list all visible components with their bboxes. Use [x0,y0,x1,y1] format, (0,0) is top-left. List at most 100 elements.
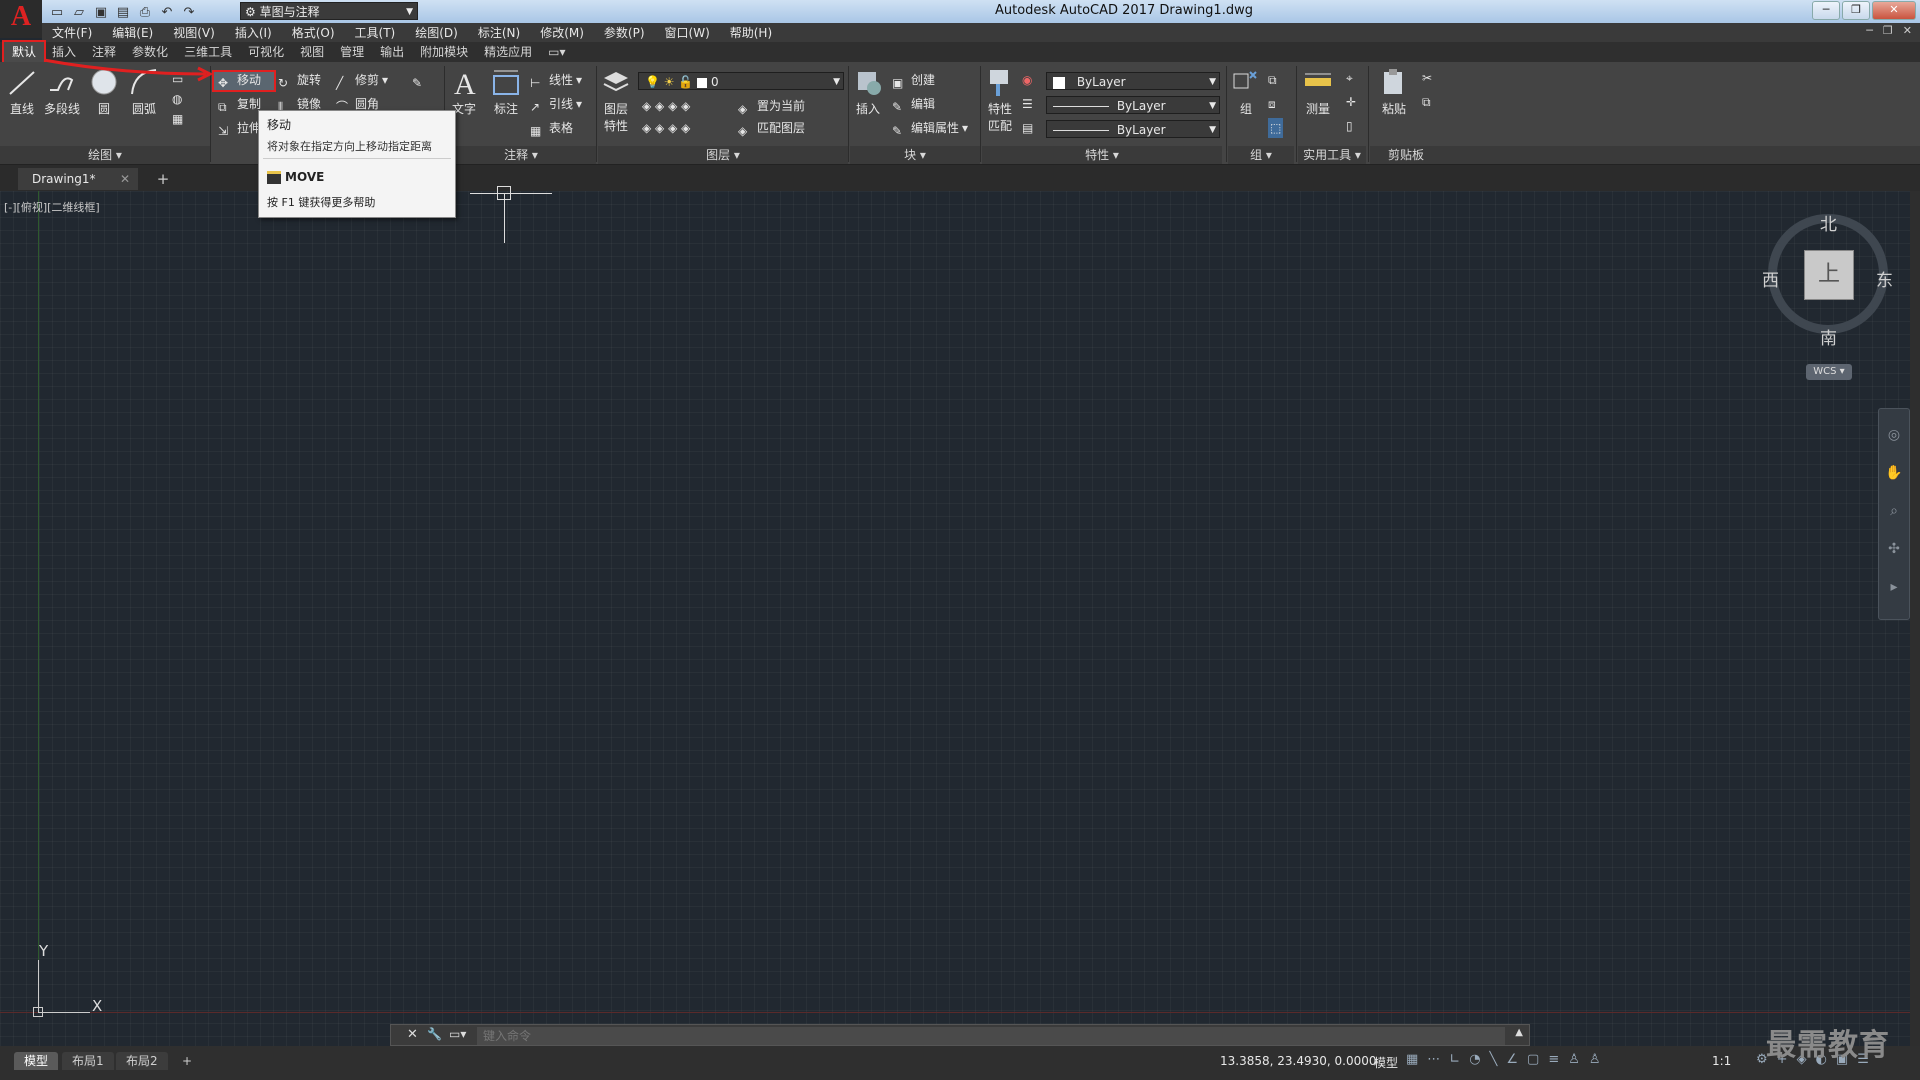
viewcube-face-top[interactable]: 上 [1804,250,1854,300]
close-icon[interactable]: ✕ [407,1027,418,1042]
steering-wheel-icon[interactable]: ◎ [1885,427,1903,445]
leader-button[interactable]: ↗ 引线 ▾ [530,94,582,114]
tab-output[interactable]: 输出 [372,42,412,62]
copy-button[interactable]: ⧉ 复制 [218,94,261,114]
menu-insert[interactable]: 插入(I) [225,24,282,41]
dimension-button[interactable]: 标注 [488,66,524,117]
tab-addins[interactable]: 附加模块 [412,42,476,62]
new-file-icon[interactable]: ▭ [48,3,66,21]
annotation-visibility-icon[interactable]: ♙ [1568,1052,1580,1067]
viewport-controls[interactable]: [-][俯视][二维线框] [4,199,100,215]
workspace-dropdown[interactable]: ⚙ 草图与注释 ▼ [240,2,418,20]
line-button[interactable]: 直线 [4,66,40,117]
object-snap-icon[interactable]: ▢ [1527,1052,1539,1067]
edit-block-button[interactable]: ✎ 编辑 [892,94,935,114]
table-button[interactable]: ▦ 表格 [530,118,573,138]
showmotion-icon[interactable]: ▸ [1885,579,1903,597]
plot-icon[interactable]: ⎙ [136,3,154,21]
menu-parametric[interactable]: 参数(P) [594,24,655,41]
lineweight-toggle-icon[interactable]: ≡ [1548,1052,1559,1067]
rotate-button[interactable]: ↻ 旋转 [278,70,321,90]
doc-restore-icon[interactable]: ❐ [1883,24,1893,37]
snap-icon[interactable]: ⋯ [1427,1052,1440,1067]
cut-icon[interactable]: ✂ [1422,68,1432,88]
vertical-scrollbar[interactable] [1910,191,1920,1046]
ortho-icon[interactable]: ∟ [1449,1052,1460,1067]
linear-dim-button[interactable]: ⊢ 线性 ▾ [530,70,582,90]
match-properties-button[interactable]: 特性 匹配 [982,66,1018,134]
menu-help[interactable]: 帮助(H) [720,24,782,41]
save-as-icon[interactable]: ▤ [114,3,132,21]
layer-properties-button[interactable]: 图层 特性 [598,66,634,134]
close-tab-icon[interactable]: ✕ [120,168,130,190]
pan-icon[interactable]: ✋ [1885,465,1903,483]
hatch-tool[interactable]: ◍ [172,86,188,106]
edit-attributes-button[interactable]: ✎ 编辑属性 ▾ [892,118,968,138]
minimize-button[interactable]: ─ [1812,1,1840,20]
layout-tab-layout2[interactable]: 布局2 [116,1052,168,1070]
measure-button[interactable]: 测量 [1300,66,1336,117]
layers-panel-title[interactable]: 图层 ▾ [598,146,848,164]
group-edit-icon[interactable]: ⧈ [1268,94,1276,114]
stretch-button[interactable]: ⇲ 拉伸 [218,118,261,138]
set-current-layer-button[interactable]: ◈ 置为当前 [738,96,805,116]
move-button-content[interactable]: ✥ 移动 [218,70,261,90]
point-icon[interactable]: ✛ [1346,92,1356,112]
linetype-dropdown[interactable]: ByLayer ▼ [1046,96,1220,114]
tab-visualize[interactable]: 可视化 [240,42,292,62]
draw-panel-title[interactable]: 绘图 ▾ [0,146,210,164]
chevron-up-icon[interactable]: ▲ [1515,1027,1523,1038]
ribbon-options-icon[interactable]: ▭▾ [540,42,573,62]
doc-close-icon[interactable]: ✕ [1903,24,1912,37]
undo-icon[interactable]: ↶ [158,3,176,21]
doc-minimize-icon[interactable]: ─ [1866,24,1873,37]
layout-tab-model[interactable]: 模型 [14,1052,59,1070]
paste-button[interactable]: 粘贴 [1376,66,1412,117]
layout-tab-layout1[interactable]: 布局1 [62,1052,114,1070]
ungroup-icon[interactable]: ⧉ [1268,70,1277,90]
compass-west[interactable]: 西 [1762,266,1779,291]
orbit-icon[interactable]: ✣ [1885,541,1903,559]
annotation-panel-title[interactable]: 注释 ▾ [446,146,596,164]
open-file-icon[interactable]: ▱ [70,3,88,21]
block-panel-title[interactable]: 块 ▾ [850,146,980,164]
compass-south[interactable]: 南 [1820,324,1837,349]
erase-button[interactable]: ✎ [412,70,428,90]
tab-featured-apps[interactable]: 精选应用 [476,42,540,62]
new-tab-button[interactable]: + [152,168,174,190]
compass-north[interactable]: 北 [1820,210,1837,235]
menu-view[interactable]: 视图(V) [163,24,225,41]
group-button[interactable]: 组 [1228,66,1264,117]
menu-format[interactable]: 格式(O) [282,24,345,41]
layer-tools-row-1[interactable]: ◈ ◈ ◈ ◈ [642,96,690,116]
menu-modify[interactable]: 修改(M) [530,24,594,41]
quick-select-icon[interactable]: ⌖ [1346,68,1353,88]
menu-dimension[interactable]: 标注(N) [468,24,530,41]
maximize-button[interactable]: ❐ [1842,1,1870,20]
wrench-icon[interactable]: 🔧 [427,1027,442,1041]
compass-east[interactable]: 东 [1876,266,1893,291]
lineweight-dropdown[interactable]: ByLayer ▼ [1046,120,1220,138]
save-icon[interactable]: ▣ [92,3,110,21]
tab-manage[interactable]: 管理 [332,42,372,62]
layer-dropdown[interactable]: 💡 ☀ 🔓 0 ▼ [638,72,844,90]
region-tool[interactable]: ▦ [172,106,188,126]
match-layer-button[interactable]: ◈ 匹配图层 [738,118,805,138]
command-prompt-icon[interactable]: ▭▾ [449,1027,466,1041]
grid-icon[interactable]: ▦ [1406,1052,1418,1067]
menu-window[interactable]: 窗口(W) [655,24,720,41]
object-snap-tracking-icon[interactable]: ∠ [1506,1052,1518,1067]
trim-button[interactable]: ╱ 修剪 ▾ [336,70,388,90]
add-layout-button[interactable]: + [172,1052,202,1070]
clipboard-panel-title[interactable]: 剪贴板 [1370,146,1442,164]
isodraft-icon[interactable]: ╲ [1490,1052,1498,1067]
layer-tools-row-2[interactable]: ◈ ◈ ◈ ◈ [642,118,690,138]
application-menu-button[interactable]: A [0,0,42,38]
properties-panel-title[interactable]: 特性 ▾ [982,146,1222,164]
zoom-icon[interactable]: ⌕ [1885,503,1903,521]
menu-file[interactable]: 文件(F) [42,24,102,41]
menu-tools[interactable]: 工具(T) [345,24,406,41]
tab-default[interactable]: 默认 [1,40,47,64]
menu-edit[interactable]: 编辑(E) [102,24,163,41]
polar-icon[interactable]: ◔ [1469,1052,1480,1067]
